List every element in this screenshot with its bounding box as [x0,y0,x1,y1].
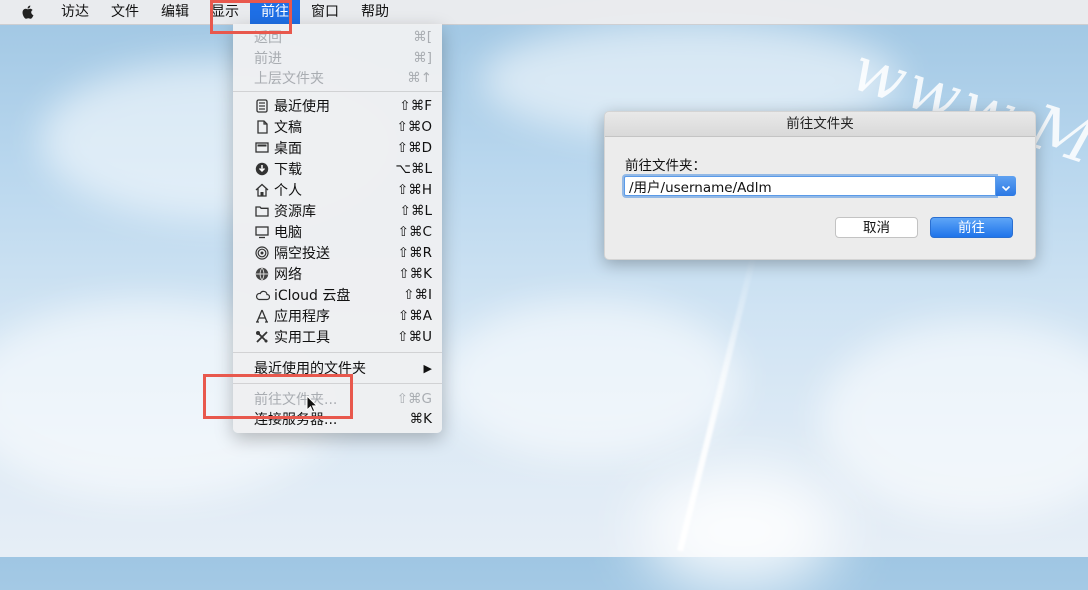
menu-separator [233,91,442,92]
dialog-title: 前往文件夹 [605,112,1035,137]
menu-item-enclosing-folder[interactable]: 上层文件夹 ⌘↑ [233,68,442,88]
home-icon [254,182,270,198]
cloud-icon [254,287,270,303]
apple-icon[interactable] [20,4,36,20]
download-icon [254,161,270,177]
go-menu-dropdown: 返回 ⌘[ 前进 ⌘] 上层文件夹 ⌘↑ 最近使用 ⇧⌘F 文稿 ⇧⌘O 桌面 … [233,24,442,433]
menu-finder[interactable]: 访达 [50,0,100,24]
path-history-dropdown-button[interactable] [996,176,1016,196]
folder-icon [254,203,270,219]
menu-item-documents[interactable]: 文稿 ⇧⌘O [233,117,442,137]
computer-icon [254,224,270,240]
menu-item-airdrop[interactable]: 隔空投送 ⇧⌘R [233,243,442,263]
menu-separator [233,352,442,353]
highlight-go-menu [210,0,292,34]
menu-item-computer[interactable]: 电脑 ⇧⌘C [233,222,442,242]
submenu-arrow-icon: ▶ [423,361,432,375]
dialog-prompt-label: 前往文件夹： [625,158,706,174]
menu-item-library[interactable]: 资源库 ⇧⌘L [233,201,442,221]
network-icon [254,266,270,282]
mouse-cursor-icon [306,394,319,417]
light-glow [640,470,840,590]
recents-icon [254,98,270,114]
menu-item-desktop[interactable]: 桌面 ⇧⌘D [233,138,442,158]
menu-item-home[interactable]: 个人 ⇧⌘H [233,180,442,200]
go-button[interactable]: 前往 [930,217,1013,238]
path-input[interactable] [624,176,996,196]
menu-item-icloud-drive[interactable]: iCloud 云盘 ⇧⌘I [233,285,442,305]
chevron-down-icon [1001,177,1011,196]
cancel-button[interactable]: 取消 [835,217,918,238]
menu-item-forward[interactable]: 前进 ⌘] [233,48,442,68]
menu-item-recents[interactable]: 最近使用 ⇧⌘F [233,96,442,116]
menu-window[interactable]: 窗口 [300,0,350,24]
menu-help[interactable]: 帮助 [350,0,400,24]
desktop-cloud [440,300,740,460]
highlight-go-to-folder [203,374,353,419]
menu-item-downloads[interactable]: 下载 ⌥⌘L [233,159,442,179]
menu-item-applications[interactable]: 应用程序 ⇧⌘A [233,306,442,326]
menu-file[interactable]: 文件 [100,0,150,24]
desktop-cloud [820,320,1088,520]
menu-bar: 访达 文件 编辑 显示 前往 窗口 帮助 [0,0,1088,25]
desktop-icon [254,140,270,156]
menu-edit[interactable]: 编辑 [150,0,200,24]
documents-icon [254,119,270,135]
path-combobox [624,176,1016,198]
airdrop-icon [254,245,270,261]
menu-item-network[interactable]: 网络 ⇧⌘K [233,264,442,284]
applications-icon [254,308,270,324]
utilities-icon [254,329,270,345]
menu-item-utilities[interactable]: 实用工具 ⇧⌘U [233,327,442,347]
go-to-folder-dialog: 前往文件夹 前往文件夹： 取消 前往 [604,111,1036,260]
